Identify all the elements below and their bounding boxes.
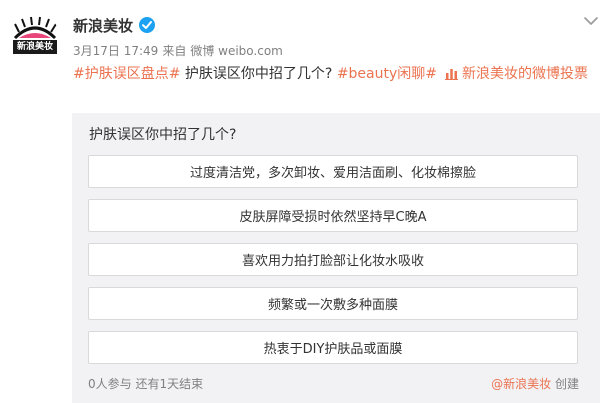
poll-title: 护肤误区你中招了几个? (89, 127, 237, 143)
poll-creator[interactable]: @新浪美妆 (491, 377, 551, 391)
poll-option-label: 频繁或一次敷多种面膜 (267, 298, 398, 313)
author-line: 新浪美妆 (73, 14, 156, 36)
poll-icon (445, 66, 458, 86)
verified-icon (139, 17, 156, 33)
poll-option-label: 喜欢用力拍打脸部让化妆水吸收 (241, 254, 424, 269)
poll-card: 护肤误区你中招了几个? 过度清洁党，多次卸妆、爱用洁面刷、化妆棉擦脸 皮肤屏障受… (72, 113, 600, 403)
poll-link-label: 新浪美妆的微博投票 (462, 66, 588, 82)
poll-option-2[interactable]: 皮肤屏障受损时依然坚持早C晚A (88, 199, 578, 232)
hashtag-beauty-chat[interactable]: #beauty闲聊# (337, 66, 437, 82)
chevron-down-icon[interactable] (582, 12, 600, 30)
poll-status: 0人参与 还有1天结束 (88, 375, 203, 392)
poll-option-3[interactable]: 喜欢用力拍打脸部让化妆水吸收 (88, 243, 578, 276)
poll-option-5[interactable]: 热衷于DIY护肤品或面膜 (88, 331, 578, 364)
source-prefix: 来自 (162, 44, 187, 58)
post-meta: 3月17日 17:49 来自 微博 weibo.com (73, 42, 283, 59)
post-text: #护肤误区盘点# 护肤误区你中招了几个? #beauty闲聊# 新浪美妆的微博投票 (73, 64, 608, 86)
poll-participants: 0人参与 (88, 377, 132, 391)
post-body: 护肤误区你中招了几个? (180, 66, 337, 82)
author-name[interactable]: 新浪美妆 (73, 15, 133, 36)
poll-link[interactable]: 新浪美妆的微博投票 (437, 66, 588, 82)
avatar-text: 新浪美妆 (16, 42, 53, 52)
poll-option-4[interactable]: 频繁或一次敷多种面膜 (88, 287, 578, 320)
poll-created-label: 创建 (554, 377, 579, 391)
post-source: 微博 weibo.com (190, 44, 283, 58)
post-date[interactable]: 3月17日 17:49 (73, 42, 158, 59)
poll-option-1[interactable]: 过度清洁党，多次卸妆、爱用洁面刷、化妆棉擦脸 (88, 155, 578, 188)
poll-option-label: 皮肤屏障受损时依然坚持早C晚A (239, 210, 427, 225)
avatar[interactable]: 新浪美妆 (9, 14, 61, 66)
poll-remaining: 还有1天结束 (135, 377, 204, 391)
poll-option-label: 热衷于DIY护肤品或面膜 (263, 342, 403, 357)
poll-option-label: 过度清洁党，多次卸妆、爱用洁面刷、化妆棉擦脸 (189, 166, 476, 181)
poll-creator-line: @新浪美妆 创建 (491, 375, 579, 392)
hashtag-skincare-myths[interactable]: #护肤误区盘点# (73, 66, 180, 82)
